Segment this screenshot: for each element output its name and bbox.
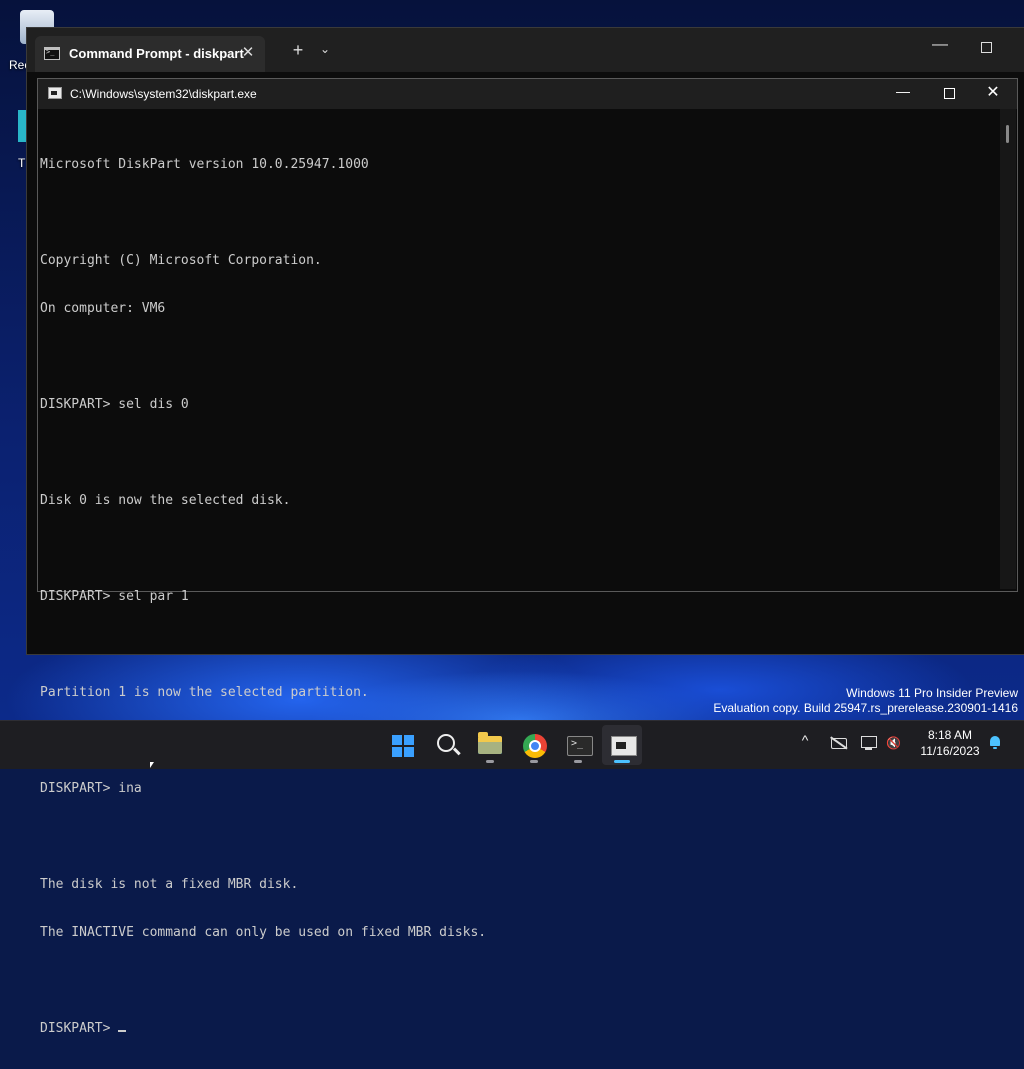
diskpart-minimize-button[interactable]: — — [888, 83, 918, 105]
windows-logo-icon — [392, 735, 414, 757]
mouse-pointer-icon — [150, 762, 154, 768]
search-icon — [437, 734, 455, 752]
start-button[interactable] — [382, 725, 422, 765]
console-line: Microsoft DiskPart version 10.0.25947.10… — [40, 157, 369, 172]
chrome-button[interactable] — [514, 725, 554, 765]
search-button[interactable] — [426, 725, 466, 765]
network-icon[interactable] — [829, 734, 849, 750]
taskbar-clock[interactable]: 8:18 AM 11/16/2023 — [914, 727, 986, 759]
console-host-button[interactable] — [602, 725, 642, 765]
new-tab-button[interactable]: + — [289, 40, 307, 61]
notification-bell-icon[interactable] — [988, 735, 1002, 749]
show-hidden-icons-chevron-icon[interactable]: ^ — [798, 732, 812, 748]
tab-title: Command Prompt - diskpart — [69, 46, 244, 61]
running-indicator — [530, 760, 538, 763]
evaluation-watermark: Windows 11 Pro Insider Preview Evaluatio… — [713, 686, 1018, 716]
terminal-icon — [567, 736, 593, 756]
console-line: DISKPART> sel par 1 — [40, 589, 189, 604]
clock-time: 8:18 AM — [927, 728, 973, 742]
console-line: Disk 0 is now the selected disk. — [40, 493, 291, 508]
diskpart-maximize-button[interactable] — [934, 83, 964, 105]
display-icon[interactable] — [860, 734, 880, 750]
console-window-icon — [611, 736, 637, 756]
active-indicator — [614, 760, 630, 763]
watermark-edition: Windows 11 Pro Insider Preview — [846, 686, 1018, 700]
volume-muted-icon[interactable] — [886, 734, 906, 750]
watermark-build: Evaluation copy. Build 25947.rs_prerelea… — [713, 701, 1018, 715]
console-line: The disk is not a fixed MBR disk. — [40, 877, 299, 892]
diskpart-title-bar[interactable]: C:\Windows\system32\diskpart.exe — ✕ — [38, 79, 1017, 109]
console-line: Copyright (C) Microsoft Corporation. — [40, 253, 322, 268]
scrollbar-thumb[interactable] — [1006, 125, 1009, 143]
diskpart-window-title: C:\Windows\system32\diskpart.exe — [70, 87, 257, 101]
diskpart-close-button[interactable]: ✕ — [978, 82, 1008, 104]
console-line: On computer: VM6 — [40, 301, 166, 316]
running-indicator — [574, 760, 582, 763]
clock-date: 11/16/2023 — [920, 744, 980, 758]
diskpart-window: C:\Windows\system32\diskpart.exe — ✕ Mic… — [37, 78, 1018, 1036]
file-explorer-button[interactable] — [470, 725, 510, 765]
running-indicator — [486, 760, 494, 763]
text-cursor — [118, 1030, 127, 1032]
terminal-button[interactable] — [558, 725, 598, 765]
desktop-app-label: T — [18, 156, 26, 170]
tab-command-prompt[interactable]: Command Prompt - diskpart ✕ — [35, 36, 265, 72]
console-prompt-line[interactable]: DISKPART> — [40, 1021, 998, 1037]
chrome-icon — [523, 734, 547, 758]
tab-close-button[interactable]: ✕ — [239, 43, 257, 61]
console-scrollbar[interactable] — [1000, 109, 1016, 589]
tab-dropdown-button[interactable]: ⌄ — [317, 42, 333, 56]
console-window-icon — [48, 87, 62, 99]
terminal-minimize-button[interactable]: — — [925, 36, 955, 60]
console-line: DISKPART> ina — [40, 781, 142, 796]
console-line: The INACTIVE command can only be used on… — [40, 925, 487, 940]
console-prompt: DISKPART> — [40, 1021, 119, 1036]
folder-icon — [478, 732, 502, 754]
command-prompt-icon — [44, 47, 60, 60]
console-output[interactable]: Microsoft DiskPart version 10.0.25947.10… — [38, 109, 998, 1036]
console-line: DISKPART> sel dis 0 — [40, 397, 189, 412]
terminal-tab-bar: Command Prompt - diskpart ✕ + ⌄ — — [27, 28, 1024, 72]
terminal-maximize-button[interactable] — [971, 36, 1001, 60]
